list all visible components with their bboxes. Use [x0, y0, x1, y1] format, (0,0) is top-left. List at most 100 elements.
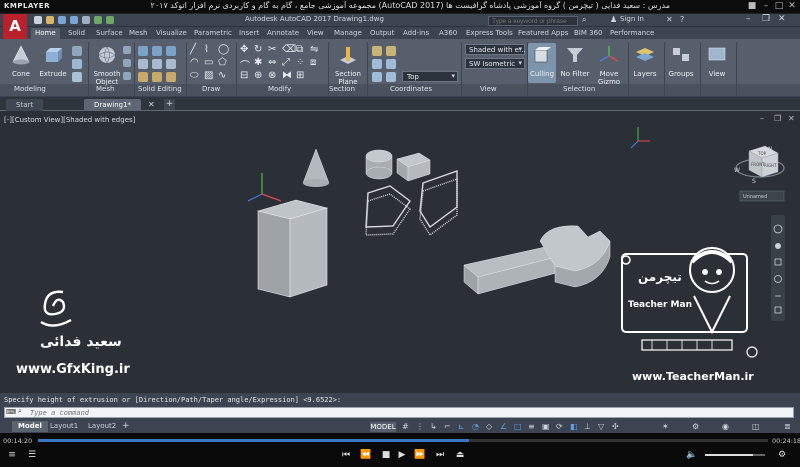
interfere-icon[interactable]	[152, 59, 162, 69]
tab-close-icon[interactable]: ✕	[148, 100, 155, 109]
polysolid-icon[interactable]	[72, 59, 82, 69]
tab-express-tools[interactable]: Express Tools	[462, 28, 517, 39]
search-icon[interactable]: ⌕	[582, 15, 586, 25]
user-icon[interactable]: ♟	[610, 15, 617, 24]
3d-rotate-icon[interactable]: ⊗	[268, 70, 276, 81]
erase-icon[interactable]: ⌫	[282, 44, 296, 55]
menu-icon[interactable]: ≡	[6, 450, 18, 460]
search-icon[interactable]: ⌕	[18, 407, 22, 416]
extrude-button[interactable]: Extrude	[34, 43, 72, 83]
tab-manage[interactable]: Manage	[330, 28, 366, 39]
kmplayer-logo[interactable]: KMPLAYER	[4, 2, 50, 10]
rectangle-icon[interactable]: ▭	[204, 57, 213, 68]
stretch-icon[interactable]: ⇔	[268, 57, 276, 68]
tab-view[interactable]: View	[303, 28, 328, 39]
ucs-origin-icon[interactable]	[372, 72, 382, 82]
close-icon[interactable]: ✕	[786, 1, 798, 12]
polyline-icon[interactable]: ⌇	[204, 44, 209, 55]
presspull-icon[interactable]	[72, 46, 82, 56]
object-snap-tracking-icon[interactable]: ∠	[500, 422, 507, 431]
thicken-icon[interactable]	[166, 59, 176, 69]
extrude-faces-icon[interactable]	[152, 72, 162, 82]
hardware-acceleration-icon[interactable]: ◫	[752, 422, 760, 431]
tab-home[interactable]: Home	[31, 28, 60, 39]
selection-cycling-icon[interactable]: ⟳	[556, 422, 563, 431]
view-button[interactable]: View	[700, 43, 734, 83]
tab-solid[interactable]: Solid	[64, 28, 89, 39]
open-icon[interactable]	[46, 16, 54, 24]
snap-icon[interactable]: ⋮	[416, 422, 424, 431]
section-plane-button[interactable]: Section Plane	[330, 43, 366, 86]
3d-move-icon[interactable]: ⊕	[254, 70, 262, 81]
panel-title-section[interactable]: Section	[329, 85, 355, 93]
save-as-icon[interactable]	[70, 16, 78, 24]
ortho-icon[interactable]: ⊾	[458, 422, 465, 431]
move-icon[interactable]: ✥	[240, 44, 248, 55]
command-input[interactable]	[30, 408, 730, 417]
tab-output[interactable]: Output	[366, 28, 398, 39]
command-prompt-icon[interactable]: ⌨	[6, 408, 16, 416]
scale-icon[interactable]: ⤢	[282, 57, 290, 68]
tab-annotate[interactable]: Annotate	[263, 28, 303, 39]
settings-icon[interactable]: ⚙	[776, 450, 788, 460]
help-icon[interactable]: ?	[680, 15, 684, 24]
forward-icon[interactable]: ⏩	[414, 450, 426, 460]
lineweight-icon[interactable]: ≡	[528, 422, 535, 431]
tab-mesh[interactable]: Mesh	[125, 28, 151, 39]
app-close-icon[interactable]: ✕	[778, 14, 786, 24]
panel-title-modify[interactable]: Modify	[268, 85, 291, 93]
view-preset-dropdown[interactable]: SW Isometric ▾	[465, 58, 525, 69]
rewind-icon[interactable]: ⏪	[360, 450, 372, 460]
save-icon[interactable]	[58, 16, 66, 24]
separate-icon[interactable]	[166, 72, 176, 82]
panel-title-draw[interactable]: Draw	[202, 85, 220, 93]
smooth-object-button[interactable]: Smooth Object	[88, 43, 126, 86]
sign-in-link[interactable]: Sign In	[620, 15, 644, 23]
previous-icon[interactable]: ⏮	[340, 450, 352, 460]
line-icon[interactable]: ╱	[190, 44, 196, 55]
copy-icon[interactable]: ⧉	[296, 44, 303, 55]
intersect-icon[interactable]	[166, 46, 176, 56]
object-snap-icon[interactable]: □	[514, 422, 522, 431]
array-icon[interactable]: ⁘	[296, 57, 304, 68]
dynamic-input-icon[interactable]: ⌐	[444, 422, 451, 431]
align-icon[interactable]: ⊟	[240, 70, 248, 81]
isodraft-icon[interactable]: ◇	[486, 422, 492, 431]
workspace-gear-icon[interactable]: ⚙	[692, 422, 699, 431]
ucs-y-icon[interactable]	[386, 59, 396, 69]
tab-model[interactable]: Model	[12, 421, 48, 432]
ucs-view-icon[interactable]	[386, 72, 396, 82]
polar-icon[interactable]: ◔	[472, 422, 479, 431]
no-filter-button[interactable]: No Filter	[558, 43, 592, 83]
new-tab-icon[interactable]: +	[164, 99, 175, 110]
mesh-smooth-less-icon[interactable]	[123, 59, 131, 67]
mesh-refine-icon[interactable]	[123, 72, 131, 80]
viewcube-top-text[interactable]: TOP	[757, 151, 767, 156]
3d-array-icon[interactable]: ⊞	[296, 70, 304, 81]
app-restore-icon[interactable]: ❐	[762, 14, 770, 24]
tab-layout2[interactable]: Layout2	[82, 421, 122, 432]
dynamic-ucs-icon[interactable]: ⊥	[584, 422, 591, 431]
autocad-app-button[interactable]: A	[3, 14, 27, 39]
maximize-icon[interactable]: □	[773, 1, 785, 12]
app-minimize-icon[interactable]: –	[746, 14, 751, 24]
ucs-icon[interactable]	[372, 46, 382, 56]
3d-mirror-icon[interactable]: ⧓	[282, 70, 292, 81]
isolate-objects-icon[interactable]: ◉	[722, 422, 729, 431]
spline-icon[interactable]: ∿	[218, 70, 226, 81]
panel-title-coordinates[interactable]: Coordinates	[390, 85, 432, 93]
3d-osnap-icon[interactable]: ◧	[570, 422, 578, 431]
rotate-icon[interactable]: ↻	[254, 44, 262, 55]
panel-title-selection[interactable]: Selection	[563, 85, 595, 93]
tab-surface[interactable]: Surface	[92, 28, 127, 39]
tab-insert[interactable]: Insert	[235, 28, 263, 39]
panel-title-view[interactable]: View	[480, 85, 497, 93]
panel-title-modeling[interactable]: Modeling	[14, 85, 46, 93]
viewcube-right-text[interactable]: RIGHT	[764, 163, 777, 168]
compass-w[interactable]: W	[734, 167, 740, 174]
grid-icon[interactable]: #	[402, 422, 409, 431]
panel-title-mesh[interactable]: Mesh	[96, 85, 114, 93]
tab-layout1[interactable]: Layout1	[44, 421, 84, 432]
extract-edges-icon[interactable]	[138, 72, 148, 82]
box-icon[interactable]	[72, 72, 82, 82]
